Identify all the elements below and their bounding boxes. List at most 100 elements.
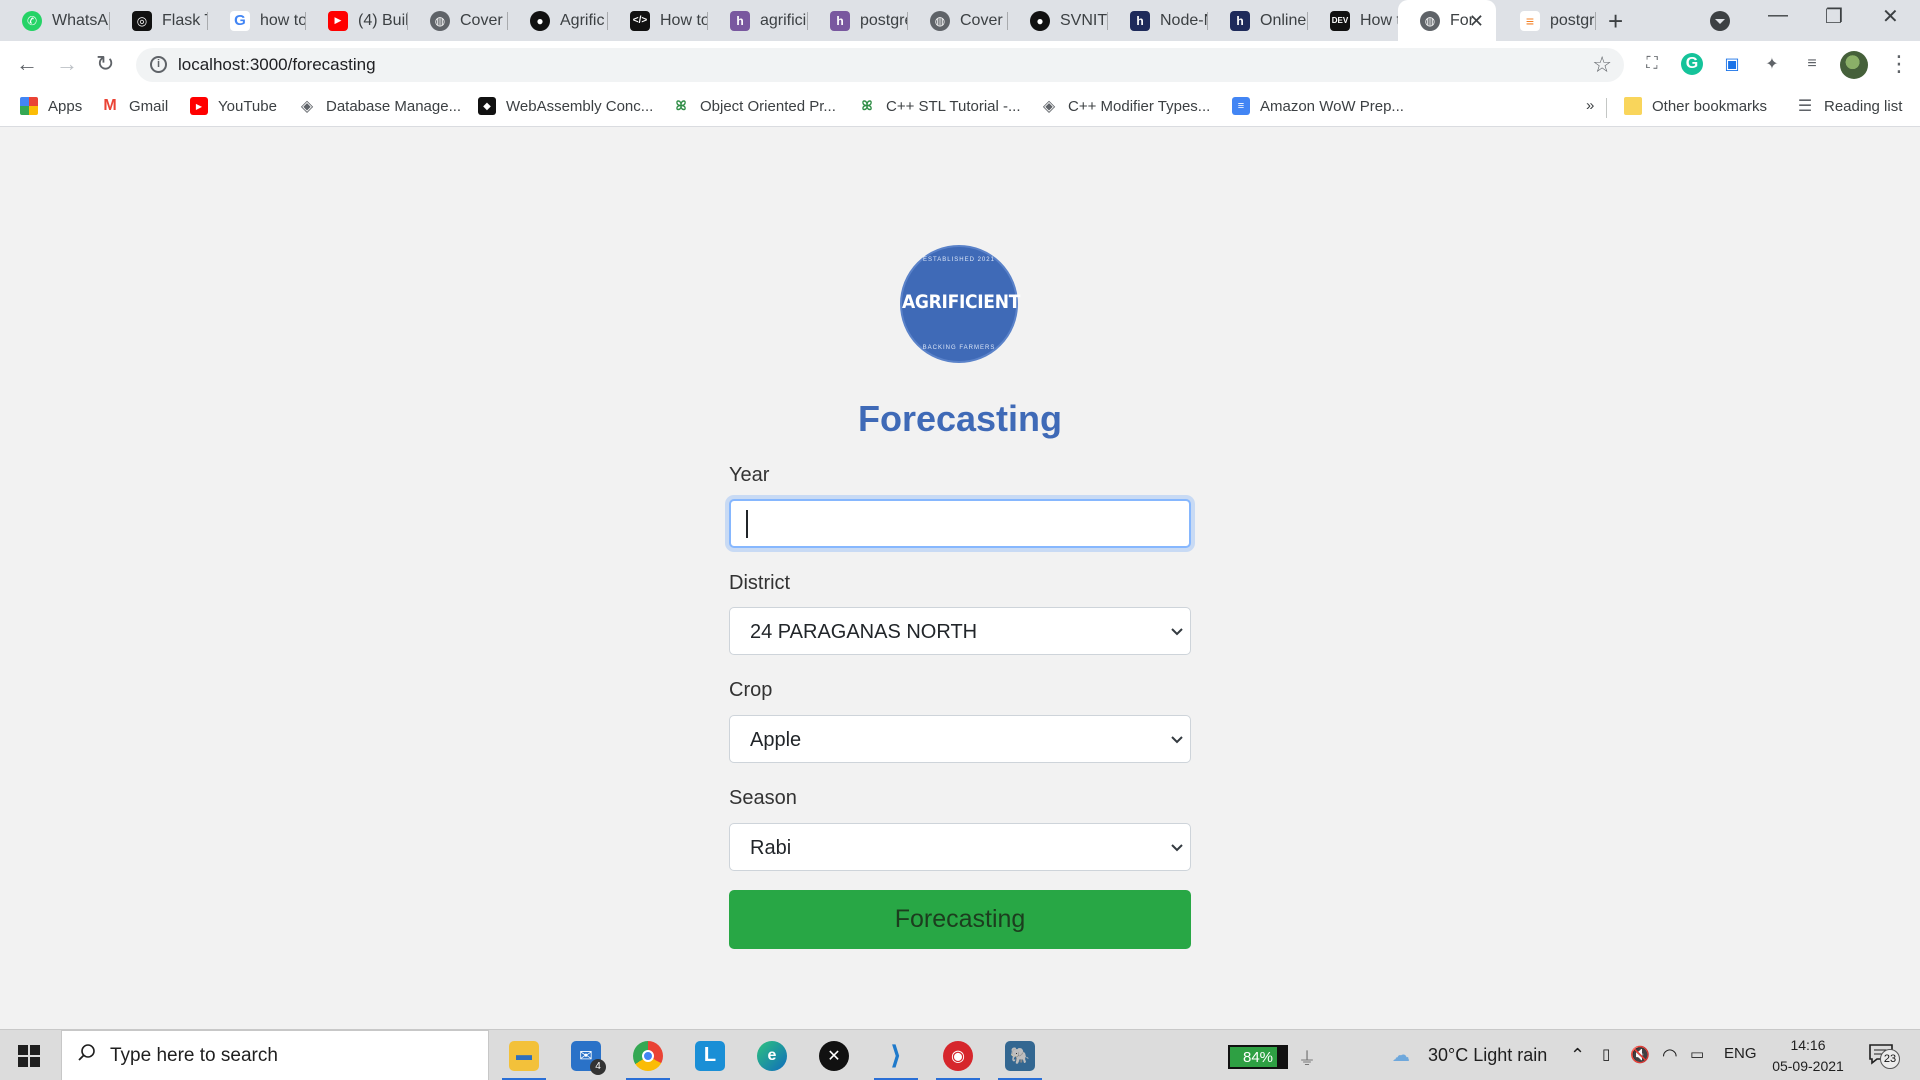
tab-youtube[interactable]: ▶ (4) Buil bbox=[306, 0, 408, 41]
site-info-icon[interactable]: i bbox=[150, 56, 167, 73]
tab-cover-1[interactable]: ◍ Cover T bbox=[408, 0, 508, 41]
device-icon[interactable]: ▯ bbox=[1602, 1045, 1610, 1063]
crop-label: Crop bbox=[729, 679, 773, 701]
bookmark-cpp-stl[interactable]: ꕤ C++ STL Tutorial -... bbox=[858, 97, 1021, 115]
forecasting-page: ESTABLISHED 2021 AGRIFICIENT BACKING FAR… bbox=[0, 128, 1920, 1029]
tab-dev-how-to[interactable]: DEV How to bbox=[1308, 0, 1406, 41]
diamond-icon: ◈ bbox=[1042, 98, 1056, 115]
windows-start-icon[interactable] bbox=[18, 1045, 40, 1067]
taskbar-file-explorer[interactable]: ▬ bbox=[498, 1030, 550, 1080]
taskbar-vscode[interactable]: ⟩ bbox=[870, 1030, 922, 1080]
wifi-icon[interactable]: ◠ bbox=[1662, 1045, 1678, 1066]
bookmark-cpp-modifier[interactable]: ◈ C++ Modifier Types... bbox=[1040, 97, 1210, 116]
tab-svnit-github[interactable]: ● SVNIT- bbox=[1008, 0, 1108, 41]
new-tab-icon[interactable]: + bbox=[1608, 6, 1623, 37]
season-label: Season bbox=[729, 787, 797, 809]
globe-icon: ◍ bbox=[1420, 10, 1440, 31]
bookmark-webassembly[interactable]: ◆ WebAssembly Conc... bbox=[478, 97, 653, 115]
url-text[interactable]: localhost:3000/forecasting bbox=[178, 55, 376, 75]
grammarly-icon[interactable]: G bbox=[1681, 53, 1703, 75]
address-bar[interactable]: i localhost:3000/forecasting ☆ bbox=[136, 48, 1624, 82]
docs-icon: ≡ bbox=[1232, 97, 1250, 115]
minimize-icon[interactable]: — bbox=[1768, 4, 1788, 27]
heroku-icon: h bbox=[830, 10, 850, 31]
notification-center-icon[interactable]: 23 bbox=[1868, 1043, 1900, 1069]
capture-extension-icon[interactable]: ▣ bbox=[1721, 53, 1743, 75]
diamond-icon: ◈ bbox=[300, 98, 314, 115]
weather-cloud-icon[interactable]: ☁ bbox=[1392, 1045, 1410, 1066]
other-bookmarks[interactable]: Other bookmarks bbox=[1624, 97, 1767, 115]
close-tab-icon[interactable]: ✕ bbox=[1469, 11, 1484, 32]
year-input[interactable] bbox=[729, 499, 1191, 548]
tab-whatsapp[interactable]: ✆ WhatsA bbox=[0, 0, 110, 41]
bookmarks-overflow-button[interactable]: » bbox=[1586, 97, 1594, 114]
tab-how-to-code[interactable]: </> How to bbox=[608, 0, 708, 41]
tab-google-how-to[interactable]: G how to bbox=[208, 0, 306, 41]
youtube-icon: ▶ bbox=[328, 10, 348, 31]
vscode-icon: ⟩ bbox=[881, 1040, 911, 1071]
crop-select[interactable]: Apple bbox=[729, 715, 1191, 763]
tab-stackoverflow-postgres[interactable]: ≡ postgre bbox=[1498, 0, 1596, 41]
tab-cover-2[interactable]: ◍ Cover T bbox=[908, 0, 1008, 41]
clock[interactable]: 14:16 05-09-2021 bbox=[1766, 1035, 1850, 1077]
taskbar-mail[interactable]: ✉ 4 bbox=[560, 1030, 612, 1080]
district-select[interactable]: 24 PARAGANAS NORTH bbox=[729, 607, 1191, 655]
github-icon: ● bbox=[530, 10, 550, 31]
year-label: Year bbox=[729, 464, 770, 486]
youtube-icon: ▶ bbox=[190, 97, 208, 115]
chrome-icon bbox=[633, 1040, 663, 1071]
tab-forecasting[interactable]: ◍ For ✕ bbox=[1398, 0, 1496, 41]
bookmark-gmail[interactable]: M Gmail bbox=[101, 97, 168, 115]
taskbar-l-app[interactable]: L bbox=[684, 1030, 736, 1080]
bookmark-object-oriented[interactable]: ꕤ Object Oriented Pr... bbox=[672, 97, 836, 115]
tab-hashnode-online[interactable]: h Online bbox=[1208, 0, 1308, 41]
chevron-up-icon[interactable]: ⌃ bbox=[1570, 1045, 1585, 1066]
weather-text[interactable]: 30°C Light rain bbox=[1428, 1045, 1547, 1066]
reading-list-icon: ☰ bbox=[1797, 98, 1813, 115]
bookmark-youtube[interactable]: ▶ YouTube bbox=[190, 97, 277, 115]
hashnode-icon: h bbox=[1230, 10, 1250, 31]
taskbar-edge[interactable]: e bbox=[746, 1030, 798, 1080]
bookmark-star-icon[interactable]: ☆ bbox=[1592, 52, 1612, 78]
tab-agrificient-github[interactable]: ● Agrific bbox=[508, 0, 608, 41]
taskbar-chrome[interactable] bbox=[622, 1030, 674, 1080]
webassembly-icon: ◆ bbox=[478, 97, 496, 115]
media-control-icon[interactable]: ≡ bbox=[1801, 53, 1823, 75]
extensions-puzzle-icon[interactable]: ✦ bbox=[1761, 53, 1783, 75]
battery-tray-icon[interactable]: ▭ bbox=[1690, 1045, 1704, 1063]
bookmark-database-manage[interactable]: ◈ Database Manage... bbox=[298, 97, 461, 116]
taskbar-xbox[interactable]: ✕ bbox=[808, 1030, 860, 1080]
forecasting-submit-button[interactable]: Forecasting bbox=[729, 890, 1191, 949]
reading-list[interactable]: ☰ Reading list bbox=[1796, 97, 1903, 116]
tab-flask[interactable]: ◎ Flask Tu bbox=[110, 0, 208, 41]
close-window-icon[interactable]: ✕ bbox=[1882, 4, 1899, 29]
language-indicator[interactable]: ENG bbox=[1724, 1045, 1757, 1062]
stackoverflow-icon: ≡ bbox=[1520, 10, 1540, 31]
reload-icon[interactable]: ↻ bbox=[96, 51, 114, 77]
geeksforgeeks-icon: ꕤ bbox=[675, 98, 687, 113]
back-icon[interactable]: ← bbox=[16, 51, 38, 77]
taskbar-postgres[interactable]: 🐘 bbox=[994, 1030, 1046, 1080]
taskbar-search-box[interactable]: Type here to search bbox=[61, 1030, 489, 1080]
profile-avatar[interactable] bbox=[1840, 51, 1868, 79]
season-select[interactable]: Rabi bbox=[729, 823, 1191, 871]
taskbar-recorder[interactable]: ◉ bbox=[932, 1030, 984, 1080]
screenshot-extension-icon[interactable]: ⛶ bbox=[1641, 53, 1663, 75]
apps-grid-icon bbox=[20, 97, 38, 115]
bookmark-amazon-wow[interactable]: ≡ Amazon WoW Prep... bbox=[1232, 97, 1404, 115]
page-title: Forecasting bbox=[857, 398, 1063, 439]
google-icon: G bbox=[230, 10, 250, 31]
battery-indicator[interactable]: 84% bbox=[1228, 1045, 1288, 1069]
tab-hashnode-node[interactable]: h Node-N bbox=[1108, 0, 1208, 41]
globe-icon: ◍ bbox=[430, 10, 450, 31]
tab-search-icon[interactable] bbox=[1710, 11, 1730, 31]
tab-heroku-postgres[interactable]: h postgre bbox=[808, 0, 908, 41]
restore-icon[interactable]: ❐ bbox=[1825, 4, 1843, 29]
chevron-down-icon bbox=[1171, 844, 1183, 852]
speaker-muted-icon[interactable]: 🔇 bbox=[1630, 1045, 1650, 1065]
forward-icon[interactable]: → bbox=[56, 51, 78, 77]
bookmark-apps[interactable]: Apps bbox=[20, 97, 82, 115]
agrificient-logo: ESTABLISHED 2021 AGRIFICIENT BACKING FAR… bbox=[900, 245, 1020, 363]
tab-heroku-agrificient[interactable]: h agrificie bbox=[708, 0, 808, 41]
browser-menu-icon[interactable]: ⋮ bbox=[1888, 51, 1910, 77]
